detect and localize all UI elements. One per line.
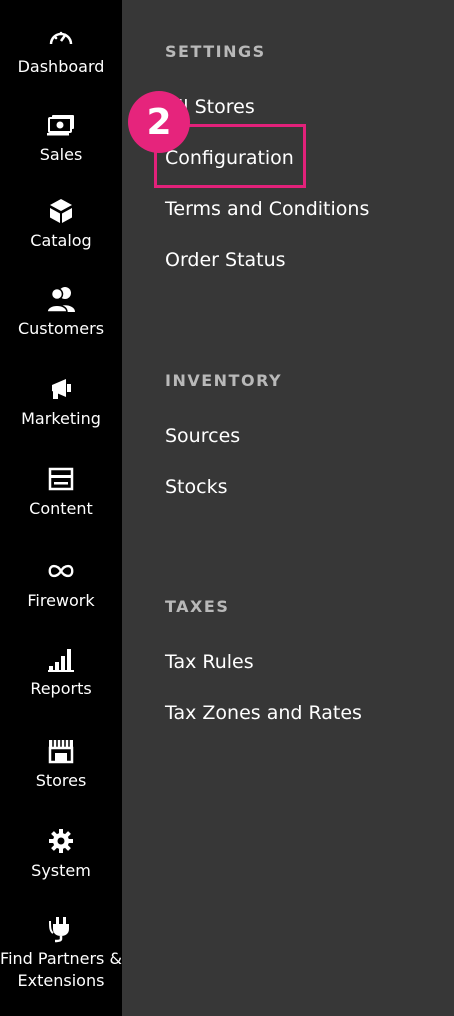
sidebar-item-system[interactable]: System xyxy=(0,826,122,906)
sidebar-item-stores[interactable]: Stores xyxy=(0,736,122,816)
marketing-icon xyxy=(46,374,76,404)
sidebar-item-dashboard[interactable]: Dashboard xyxy=(0,22,122,102)
menu-link-stocks[interactable]: Stocks xyxy=(165,476,227,498)
sidebar-item-label: Find Partners & Extensions xyxy=(0,949,122,990)
sales-icon xyxy=(46,110,76,140)
step-number-badge: 2 xyxy=(128,91,190,153)
stores-icon xyxy=(46,736,76,766)
system-icon xyxy=(46,826,76,856)
catalog-icon xyxy=(46,196,76,226)
customers-icon xyxy=(46,284,76,314)
menu-link-tax-zones-and-rates[interactable]: Tax Zones and Rates xyxy=(165,702,362,724)
sidebar-item-label: Catalog xyxy=(30,231,92,250)
sidebar-item-label: Stores xyxy=(35,771,87,790)
partners-icon xyxy=(46,914,76,944)
sidebar-item-reports[interactable]: Reports xyxy=(0,644,122,724)
main-sidebar: Dashboard Sales Catalog Customers Market… xyxy=(0,0,122,1016)
sidebar-item-label: Sales xyxy=(39,145,83,164)
sidebar-item-label: Content xyxy=(29,499,93,518)
sidebar-item-label: Reports xyxy=(30,679,92,698)
menu-link-tax-rules[interactable]: Tax Rules xyxy=(165,651,254,673)
sidebar-item-label: Dashboard xyxy=(17,57,105,76)
sidebar-item-marketing[interactable]: Marketing xyxy=(0,374,122,454)
firework-icon xyxy=(46,556,76,586)
reports-icon xyxy=(46,644,76,674)
sidebar-item-sales[interactable]: Sales xyxy=(0,110,122,190)
menu-link-terms-and-conditions[interactable]: Terms and Conditions xyxy=(165,198,369,220)
section-title-settings: SETTINGS xyxy=(165,42,266,61)
dashboard-icon xyxy=(46,22,76,52)
admin-app: Dashboard Sales Catalog Customers Market… xyxy=(0,0,454,1016)
sidebar-item-label: Firework xyxy=(27,591,95,610)
menu-link-sources[interactable]: Sources xyxy=(165,425,240,447)
sidebar-item-partners[interactable]: Find Partners & Extensions xyxy=(0,914,122,1014)
sidebar-item-customers[interactable]: Customers xyxy=(0,284,122,364)
sidebar-item-content[interactable]: Content xyxy=(0,464,122,544)
section-title-taxes: TAXES xyxy=(165,597,230,616)
sidebar-item-label: System xyxy=(31,861,91,880)
sidebar-item-label: Customers xyxy=(17,319,105,338)
sidebar-item-label: Marketing xyxy=(21,409,101,428)
sidebar-item-firework[interactable]: Firework xyxy=(0,556,122,636)
menu-link-order-status[interactable]: Order Status xyxy=(165,249,286,271)
section-title-inventory: INVENTORY xyxy=(165,371,283,390)
sidebar-item-catalog[interactable]: Catalog xyxy=(0,196,122,276)
content-icon xyxy=(46,464,76,494)
